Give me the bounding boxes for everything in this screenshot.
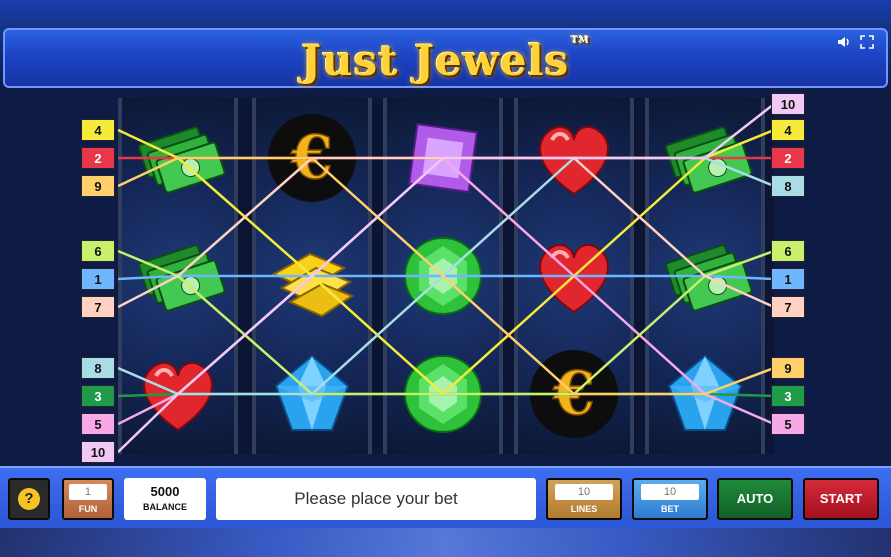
- control-bar: ? 1 FUN 5000 BALANCE Please place your b…: [0, 466, 891, 528]
- bet-button[interactable]: 10 BET: [632, 478, 708, 520]
- left-line-marker-4[interactable]: 4: [81, 119, 115, 141]
- fun-label: FUN: [78, 504, 98, 514]
- left-line-marker-9[interactable]: 9: [81, 175, 115, 197]
- title-bar: Just Jewels TM: [3, 28, 888, 88]
- left-line-marker-6[interactable]: 6: [81, 240, 115, 262]
- left-line-marker-5[interactable]: 5: [81, 413, 115, 435]
- lines-value: 10: [555, 484, 613, 500]
- bet-value: 10: [641, 484, 699, 500]
- left-line-marker-3[interactable]: 3: [81, 385, 115, 407]
- balance-label: BALANCE: [143, 502, 187, 512]
- right-line-marker-6[interactable]: 6: [771, 240, 805, 262]
- left-line-marker-1[interactable]: 1: [81, 268, 115, 290]
- balance-display: 5000 BALANCE: [124, 478, 206, 520]
- fullscreen-icon[interactable]: [858, 34, 876, 52]
- help-icon: ?: [18, 488, 40, 510]
- right-line-marker-3[interactable]: 3: [771, 385, 805, 407]
- right-line-marker-8[interactable]: 8: [771, 175, 805, 197]
- right-line-marker-9[interactable]: 9: [771, 357, 805, 379]
- lines-button[interactable]: 10 LINES: [546, 478, 622, 520]
- balance-value: 5000: [150, 484, 180, 499]
- game-title-text: Just Jewels: [301, 36, 570, 85]
- trademark: TM: [571, 36, 590, 46]
- status-message: Please place your bet: [216, 478, 536, 520]
- game-logo: Just Jewels TM: [5, 36, 886, 85]
- right-line-marker-7[interactable]: 7: [771, 296, 805, 318]
- reel-area: € €: [118, 98, 774, 454]
- help-button[interactable]: ?: [8, 478, 50, 520]
- auto-button[interactable]: AUTO: [717, 478, 793, 520]
- fun-value: 1: [68, 484, 108, 500]
- left-line-marker-10[interactable]: 10: [81, 441, 115, 463]
- payline-5: [118, 156, 774, 426]
- fun-button[interactable]: 1 FUN: [62, 478, 114, 520]
- paylines: [118, 103, 774, 453]
- payline-7: [118, 156, 774, 309]
- left-line-marker-7[interactable]: 7: [81, 296, 115, 318]
- right-line-marker-5[interactable]: 5: [771, 413, 805, 435]
- right-line-marker-2[interactable]: 2: [771, 147, 805, 169]
- bet-label: BET: [661, 504, 679, 514]
- start-button[interactable]: START: [803, 478, 879, 520]
- speaker-icon[interactable]: [835, 34, 853, 52]
- right-line-marker-1[interactable]: 1: [771, 268, 805, 290]
- left-line-marker-2[interactable]: 2: [81, 147, 115, 169]
- left-line-marker-8[interactable]: 8: [81, 357, 115, 379]
- right-line-marker-10[interactable]: 10: [771, 93, 805, 115]
- game-screen: Just Jewels TM € € 4 2 9 6 1 7 8 3 5 10 10 4 2 8 6 1 7 9 3 5 …: [0, 0, 891, 557]
- right-line-marker-4[interactable]: 4: [771, 119, 805, 141]
- bottom-strip: [0, 528, 891, 557]
- lines-label: LINES: [570, 504, 598, 514]
- payline-4: [118, 128, 774, 396]
